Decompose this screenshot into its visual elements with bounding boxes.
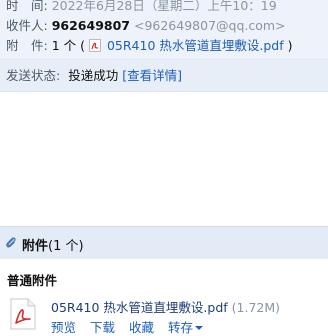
recipient-label: 收件人:: [6, 18, 48, 33]
status-label: 发送状态:: [6, 68, 61, 83]
attachment-actions: 预览 下载 收藏 转存: [51, 317, 204, 336]
pdf-file-icon: [88, 39, 101, 52]
favorite-link[interactable]: 收藏: [129, 320, 154, 335]
attachments-title-text: 附件: [22, 239, 49, 254]
attachment-file-link[interactable]: 05R410 热水管道直埋敷设.pdf: [107, 38, 284, 53]
attachment-label: 附 件:: [6, 38, 48, 53]
attachments-bar: 附件(1 个): [0, 226, 328, 259]
attachment-close-paren: ): [287, 38, 293, 53]
time-value: 2022年6月28日（星期二）上午10：19: [51, 0, 277, 13]
time-row: 时 间: 2022年6月28日（星期二）上午10：19: [6, 0, 277, 14]
time-label: 时 间:: [6, 0, 48, 13]
attachment-file-name[interactable]: 05R410 热水管道直埋敷设.pdf (1.72M): [51, 297, 280, 316]
paperclip-icon: [6, 237, 16, 248]
status-value: 投递成功: [68, 68, 119, 83]
recipient-name[interactable]: 962649807: [52, 18, 130, 33]
save-to-label[interactable]: 转存: [168, 320, 193, 335]
attachment-row: 附 件: 1 个 ( 05R410 热水管道直埋敷设.pdf ): [6, 37, 293, 54]
attachments-title: 附件(1 个): [22, 235, 84, 254]
recipient-email: <962649807@qq.com>: [133, 18, 286, 33]
pdf-document-icon: [10, 298, 36, 330]
mail-header: 时 间: 2022年6月28日（星期二）上午10：19 收件人: 9626498…: [0, 0, 328, 59]
attachment-file-size: (1.72M): [231, 300, 281, 315]
chevron-down-icon[interactable]: [195, 326, 204, 330]
preview-link[interactable]: 预览: [51, 320, 76, 335]
download-link[interactable]: 下载: [90, 320, 115, 335]
attachment-file-name-text[interactable]: 05R410 热水管道直埋敷设.pdf: [51, 300, 228, 315]
normal-attachments-heading: 普通附件: [7, 273, 58, 288]
attachment-count: 1 个 (: [51, 38, 85, 53]
save-to-dropdown[interactable]: 转存: [168, 320, 204, 335]
view-details-link[interactable]: [查看详情]: [122, 68, 182, 83]
delivery-status-bar: 发送状态: 投递成功 [查看详情]: [0, 59, 328, 92]
recipient-row: 收件人: 962649807 <962649807@qq.com>: [6, 17, 286, 34]
status-row: 发送状态: 投递成功 [查看详情]: [6, 67, 182, 84]
attachments-count: (1 个): [48, 239, 84, 254]
